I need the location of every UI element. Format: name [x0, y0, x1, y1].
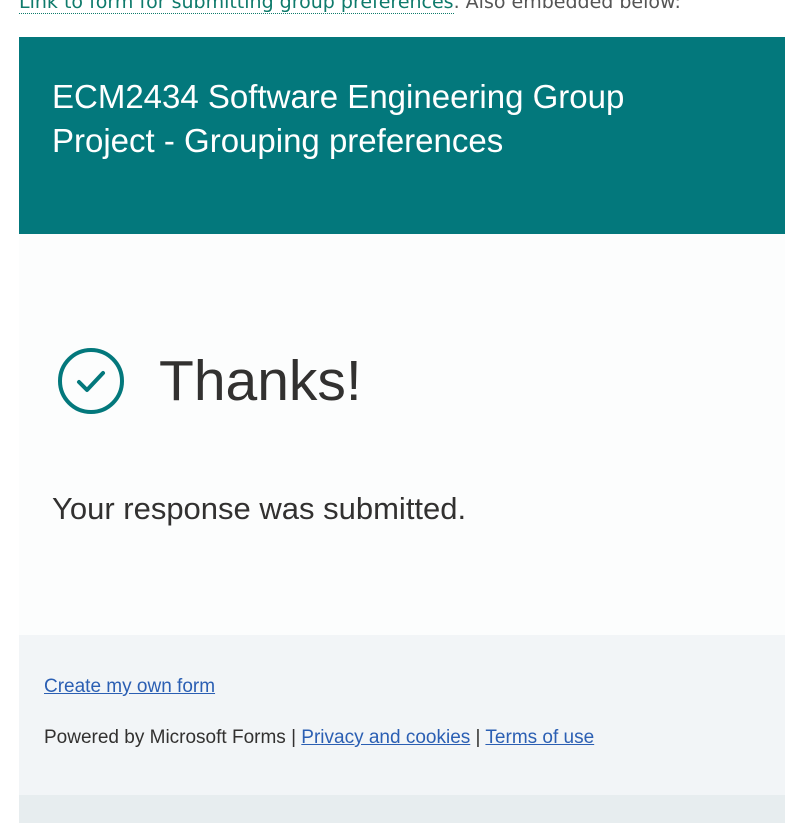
separator: | [291, 727, 297, 748]
powered-by-text: Powered by Microsoft Forms [44, 727, 286, 748]
intro-text: Link to form for submitting group prefer… [19, 0, 681, 14]
thanks-heading: Thanks! [159, 349, 362, 413]
powered-by-line: Powered by Microsoft Forms | Privacy and… [44, 727, 594, 749]
response-message: Your response was submitted. [52, 491, 467, 526]
check-circle-icon [58, 348, 124, 414]
form-title: ECM2434 Software Engineering Group Proje… [52, 78, 625, 159]
form-footer: Create my own form Powered by Microsoft … [19, 635, 785, 795]
form-link[interactable]: Link to form for submitting group prefer… [19, 0, 454, 14]
footer-bottom-band [19, 795, 785, 823]
embedded-form: ECM2434 Software Engineering Group Proje… [19, 37, 785, 823]
thanks-row: Thanks! [57, 347, 362, 415]
form-header: ECM2434 Software Engineering Group Proje… [19, 37, 785, 234]
separator: | [475, 727, 481, 748]
intro-suffix: . Also embedded below: [453, 0, 681, 13]
create-form-link[interactable]: Create my own form [44, 676, 215, 698]
privacy-link[interactable]: Privacy and cookies [301, 727, 470, 748]
terms-link[interactable]: Terms of use [485, 727, 594, 748]
